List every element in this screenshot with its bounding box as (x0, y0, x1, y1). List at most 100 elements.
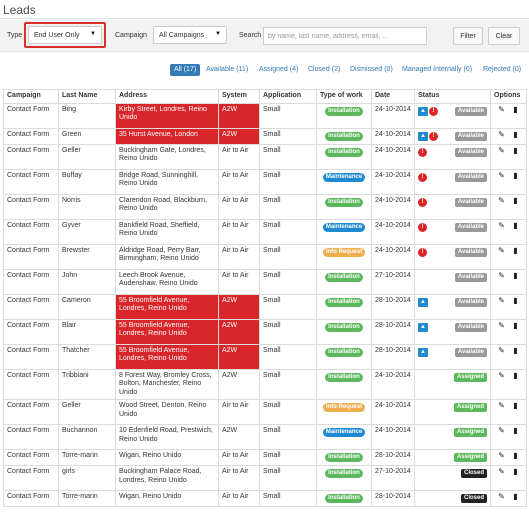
edit-icon[interactable]: ✎ (497, 271, 507, 281)
tab-closed[interactable]: Closed (2) (308, 64, 340, 76)
edit-icon[interactable]: ✎ (497, 371, 507, 381)
cell-application: Small (259, 127, 317, 145)
table-row[interactable]: Contact Form Brewster Aldridge Road, Perry… (3, 243, 527, 270)
status-badge: Assigned (453, 372, 487, 382)
table-row[interactable]: Contact Form John Leech Brook Avenue, Aude… (3, 268, 527, 295)
table-row[interactable]: Contact Form Green 35 Hurst Avenue, London… (3, 127, 527, 145)
col-header-campaign[interactable]: Campaign (3, 89, 59, 104)
trash-icon[interactable]: ▮ (511, 271, 521, 281)
trash-icon[interactable]: ▮ (511, 296, 521, 306)
trash-icon[interactable]: ▮ (511, 105, 521, 115)
col-header-system[interactable]: System (218, 89, 260, 104)
bell-icon[interactable]: ▲ (418, 347, 428, 357)
edit-icon[interactable]: ✎ (497, 196, 507, 206)
bell-icon[interactable]: ▲ (418, 297, 428, 307)
table-row[interactable]: Contact Form Buchannon 10 Edenfield Road, … (3, 424, 527, 451)
trash-icon[interactable]: ▮ (511, 371, 521, 381)
edit-icon[interactable]: ✎ (497, 171, 507, 181)
col-header-type-of-work[interactable]: Type of work (316, 89, 372, 104)
edit-icon[interactable]: ✎ (497, 296, 507, 306)
table-row[interactable]: Contact Form Tribbiani 8 Forest Way, Broml… (3, 368, 527, 401)
tab-assigned[interactable]: Assigned (4) (259, 64, 298, 76)
trash-icon[interactable]: ▮ (511, 346, 521, 356)
table-row[interactable]: Contact Form Geller Buckingham Gate, Londr… (3, 143, 527, 170)
trash-icon[interactable]: ▮ (511, 427, 521, 436)
alert-icon[interactable]: ! (418, 222, 427, 232)
alert-icon[interactable]: ! (418, 197, 427, 207)
trash-icon[interactable]: ▮ (511, 321, 521, 331)
cell-type-of-work: Installation (316, 343, 372, 370)
work-type-badge: Info Request (322, 247, 366, 257)
table-row[interactable]: Contact Form Geller Wood Street, Denton, R… (3, 399, 527, 426)
edit-icon[interactable]: ✎ (497, 146, 507, 156)
cell-status: Assigned (414, 449, 491, 467)
edit-icon[interactable]: ✎ (497, 246, 507, 256)
col-header-application[interactable]: Application (259, 89, 317, 104)
edit-icon[interactable]: ✎ (497, 493, 507, 502)
cell-system: Air to Air (218, 490, 260, 508)
status-badge: Assigned (453, 403, 487, 413)
alert-icon[interactable]: ! (429, 106, 438, 116)
clear-button[interactable]: Clear (488, 27, 520, 45)
table-row[interactable]: Contact Form Blair 55 Broomfield Avenue, L… (3, 318, 527, 345)
table-row[interactable]: Contact Form Thatcher 55 Broomfield Avenue… (3, 343, 527, 370)
trash-icon[interactable]: ▮ (511, 171, 521, 181)
edit-icon[interactable]: ✎ (497, 402, 507, 411)
edit-icon[interactable]: ✎ (497, 346, 507, 356)
alert-icon[interactable]: ! (418, 147, 427, 157)
cell-last-name: Bing (58, 102, 116, 129)
filter-button[interactable]: Filter (453, 27, 483, 45)
edit-icon[interactable]: ✎ (497, 105, 507, 115)
table-row[interactable]: Contact Form Buffay Bridge Road, Sunninghi… (3, 168, 527, 195)
table-row[interactable]: Contact Form Norris Clarendon Road, Blackb… (3, 193, 527, 220)
edit-icon[interactable]: ✎ (497, 468, 507, 477)
bell-icon[interactable]: ▲ (418, 322, 428, 332)
campaign-select[interactable]: All Campaigns ▼ (153, 26, 227, 44)
cell-type-of-work: Installation (316, 465, 372, 492)
trash-icon[interactable]: ▮ (511, 246, 521, 256)
alert-icon[interactable]: ! (418, 247, 427, 257)
table-row[interactable]: Contact Form girls Buckingham Palace Road,… (3, 465, 527, 492)
table-row[interactable]: Contact Form Torre-marin Wigan, Reino Unid… (3, 490, 527, 508)
table-row[interactable]: Contact Form Cameron 55 Broomfield Avenue,… (3, 293, 527, 320)
tab-all[interactable]: All (17) (170, 64, 201, 76)
trash-icon[interactable]: ▮ (511, 468, 521, 477)
table-row[interactable]: Contact Form Bing Kirby Street, Londres, R… (3, 102, 527, 129)
col-header-date[interactable]: Date (371, 89, 415, 104)
table-row[interactable]: Contact Form Torre-marin Wigan, Reino Unid… (3, 449, 527, 467)
trash-icon[interactable]: ▮ (511, 452, 521, 461)
tab-managed-internally[interactable]: Managed Internally (0) (402, 64, 472, 76)
cell-options: ✎ ▮ (490, 318, 527, 345)
alert-icon[interactable]: ! (418, 172, 427, 182)
col-header-status[interactable]: Status (414, 89, 491, 104)
edit-icon[interactable]: ✎ (497, 130, 507, 140)
col-header-options: Options (490, 89, 527, 104)
edit-icon[interactable]: ✎ (497, 221, 507, 231)
edit-icon[interactable]: ✎ (497, 427, 507, 436)
search-input[interactable] (263, 27, 427, 45)
tab-dismissed[interactable]: Dismissed (0) (350, 64, 393, 76)
col-header-address[interactable]: Address (115, 89, 219, 104)
trash-icon[interactable]: ▮ (511, 221, 521, 231)
edit-icon[interactable]: ✎ (497, 452, 507, 461)
col-header-last-name[interactable]: Last Name (58, 89, 116, 104)
cell-last-name: John (58, 268, 116, 295)
trash-icon[interactable]: ▮ (511, 146, 521, 156)
tab-rejected[interactable]: Rejected (0) (483, 64, 521, 76)
trash-icon[interactable]: ▮ (511, 493, 521, 502)
tab-available[interactable]: Available (11) (206, 64, 248, 76)
cell-application: Small (259, 449, 317, 467)
cell-campaign: Contact Form (3, 490, 59, 508)
trash-icon[interactable]: ▮ (511, 130, 521, 140)
trash-icon[interactable]: ▮ (511, 402, 521, 411)
bell-icon[interactable]: ▲ (418, 131, 428, 141)
bell-icon[interactable]: ▲ (418, 106, 428, 116)
cell-options: ✎ ▮ (490, 368, 527, 401)
cell-application: Small (259, 343, 317, 370)
alert-icon[interactable]: ! (429, 131, 438, 141)
cell-last-name: Norris (58, 193, 116, 220)
trash-icon[interactable]: ▮ (511, 196, 521, 206)
table-row[interactable]: Contact Form Gyver Bankfield Road, Sheffie… (3, 218, 527, 245)
edit-icon[interactable]: ✎ (497, 321, 507, 331)
cell-status: ▲ Available (414, 343, 491, 370)
